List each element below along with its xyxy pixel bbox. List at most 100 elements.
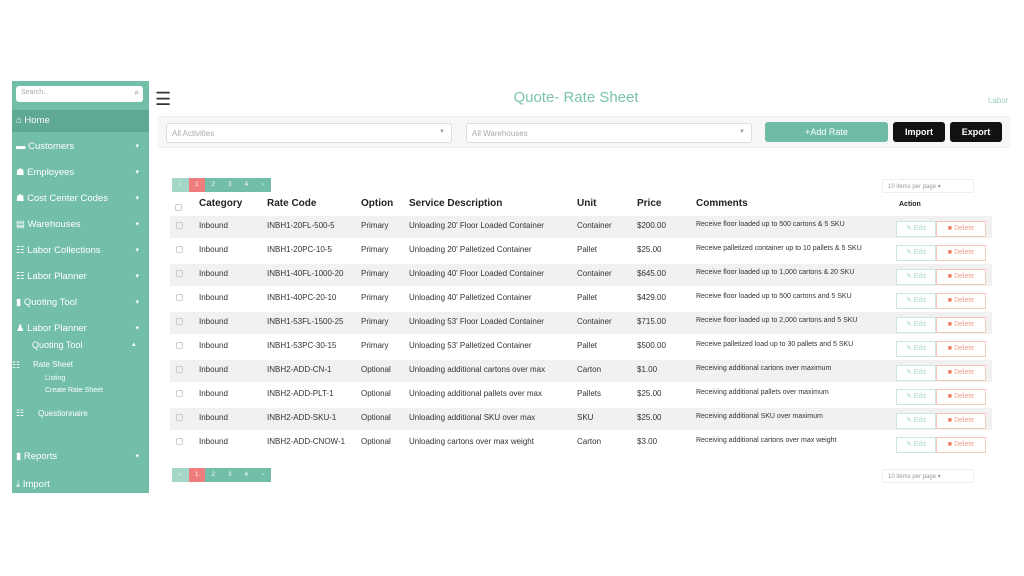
edit-button[interactable]: ✎ Edit — [896, 293, 936, 309]
column-header[interactable]: Price — [637, 198, 661, 209]
row-checkbox[interactable] — [176, 390, 183, 397]
page-button[interactable]: 3 — [222, 468, 239, 482]
sidebar-item-import[interactable]: ⤓ Import — [12, 474, 149, 496]
add-rate-button[interactable]: +Add Rate — [765, 122, 888, 142]
sidebar-item-labor-collections[interactable]: ☷ Labor Collections▾ — [12, 240, 149, 262]
sidebar-item-warehouses[interactable]: ▤ Warehouses▾ — [12, 214, 149, 236]
column-header[interactable]: Comments — [696, 198, 748, 209]
edit-button[interactable]: ✎ Edit — [896, 317, 936, 333]
edit-icon: ✎ — [906, 369, 914, 376]
edit-button[interactable]: ✎ Edit — [896, 365, 936, 381]
row-checkbox[interactable] — [176, 438, 183, 445]
column-header[interactable]: Action — [899, 201, 921, 208]
sidebar-item-customers[interactable]: ▬ Customers▾ — [12, 136, 149, 158]
row-checkbox[interactable] — [176, 294, 183, 301]
column-header[interactable]: Option — [361, 198, 393, 209]
chevron-down-icon: ▾ — [135, 292, 139, 314]
cell: INBH1-40FL-1000-20 — [267, 269, 343, 278]
row-checkbox[interactable] — [176, 342, 183, 349]
sidebar-item-labor-planner[interactable]: ♟ Labor Planner▾ — [12, 318, 149, 340]
cell: $25.00 — [637, 389, 661, 398]
row-checkbox[interactable] — [176, 222, 183, 229]
cell: Unloading 53' Palletized Container — [409, 341, 532, 350]
sidebar-item-cost-center-codes[interactable]: ☗ Cost Center Codes▾ — [12, 188, 149, 210]
page-button[interactable]: › — [255, 178, 272, 192]
sidebar-item-rate-sheet[interactable]: Rate Sheet — [33, 360, 73, 369]
sidebar-item-label: Labor Collections — [27, 245, 100, 256]
edit-label: Edit — [914, 345, 926, 352]
delete-button[interactable]: ■ Delete — [936, 317, 986, 333]
row-checkbox[interactable] — [176, 414, 183, 421]
edit-label: Edit — [914, 273, 926, 280]
delete-button[interactable]: ■ Delete — [936, 221, 986, 237]
row-checkbox[interactable] — [176, 318, 183, 325]
table-row: InboundINBH1-53FL-1500-25PrimaryUnloadin… — [170, 312, 992, 334]
edit-button[interactable]: ✎ Edit — [896, 221, 936, 237]
page-button[interactable]: › — [255, 468, 272, 482]
page-button[interactable]: 1 — [189, 178, 206, 192]
cell: Primary — [361, 293, 389, 302]
cell: Carton — [577, 437, 601, 446]
warehouses-select[interactable]: All Warehouses▼ — [466, 123, 752, 143]
sidebar-item-label: Labor Planner — [27, 323, 87, 334]
cell: INBH2-ADD-CN-1 — [267, 365, 331, 374]
users-icon: ☗ — [16, 167, 27, 178]
column-header[interactable]: Service Description — [409, 198, 502, 209]
page-button[interactable]: 1 — [189, 468, 206, 482]
cell: Optional — [361, 389, 391, 398]
delete-button[interactable]: ■ Delete — [936, 269, 986, 285]
edit-button[interactable]: ✎ Edit — [896, 269, 936, 285]
sidebar-item-questionnaire[interactable]: Questionnaire — [38, 409, 88, 418]
cell: Unloading 40' Palletized Container — [409, 293, 532, 302]
delete-button[interactable]: ■ Delete — [936, 365, 986, 381]
edit-button[interactable]: ✎ Edit — [896, 245, 936, 261]
page-button[interactable]: 2 — [205, 178, 222, 192]
edit-button[interactable]: ✎ Edit — [896, 413, 936, 429]
items-per-page-select[interactable]: 10 items per page ▾ — [882, 179, 974, 193]
cell: Pallet — [577, 293, 597, 302]
delete-button[interactable]: ■ Delete — [936, 293, 986, 309]
page-button[interactable]: 3 — [222, 178, 239, 192]
items-per-page-select[interactable]: 10 items per page ▾ — [882, 469, 974, 483]
delete-button[interactable]: ■ Delete — [936, 389, 986, 405]
cell: Primary — [361, 221, 389, 230]
delete-label: Delete — [954, 225, 974, 232]
row-checkbox[interactable] — [176, 366, 183, 373]
sidebar-item-home[interactable]: ⌂ Home — [12, 110, 149, 132]
delete-button[interactable]: ■ Delete — [936, 437, 986, 453]
column-header[interactable]: Rate Code — [267, 198, 316, 209]
edit-button[interactable]: ✎ Edit — [896, 437, 936, 453]
page-button[interactable]: 4 — [238, 468, 255, 482]
delete-button[interactable]: ■ Delete — [936, 341, 986, 357]
column-header[interactable]: Unit — [577, 198, 596, 209]
sidebar-item-labor-planner[interactable]: ☷ Labor Planner▾ — [12, 266, 149, 288]
select-all-checkbox[interactable] — [175, 204, 182, 211]
page-button[interactable]: ‹ — [172, 468, 189, 482]
user-menu[interactable]: Labor — [988, 96, 1008, 105]
column-header[interactable]: Category — [199, 198, 242, 209]
import-button[interactable]: Import — [893, 122, 945, 142]
chevron-up-icon: ▴ — [132, 340, 136, 348]
export-button[interactable]: Export — [950, 122, 1002, 142]
sidebar-item-reports[interactable]: ▮ Reports▾ — [12, 446, 149, 468]
delete-button[interactable]: ■ Delete — [936, 413, 986, 429]
sidebar-item-quoting-tool[interactable]: ▮ Quoting Tool▾ — [12, 292, 149, 314]
edit-icon: ✎ — [906, 417, 914, 424]
cell: Inbound — [199, 221, 228, 230]
delete-button[interactable]: ■ Delete — [936, 245, 986, 261]
sidebar-item-employees[interactable]: ☗ Employees▾ — [12, 162, 149, 184]
edit-button[interactable]: ✎ Edit — [896, 341, 936, 357]
row-checkbox[interactable] — [176, 246, 183, 253]
row-checkbox[interactable] — [176, 270, 183, 277]
sidebar-item-create-rate-sheet[interactable]: Create Rate Sheet — [45, 387, 103, 394]
activities-select[interactable]: All Activities▼ — [166, 123, 452, 143]
sidebar-item-quoting-tool[interactable]: Quoting Tool — [32, 340, 82, 350]
cell: Receive palletized container up to 10 pa… — [696, 245, 862, 252]
page-button[interactable]: ‹ — [172, 178, 189, 192]
select-value: All Warehouses — [472, 129, 528, 138]
page-button[interactable]: 2 — [205, 468, 222, 482]
sidebar-item-listing[interactable]: Listing — [45, 375, 65, 382]
page-button[interactable]: 4 — [238, 178, 255, 192]
edit-button[interactable]: ✎ Edit — [896, 389, 936, 405]
delete-label: Delete — [954, 417, 974, 424]
